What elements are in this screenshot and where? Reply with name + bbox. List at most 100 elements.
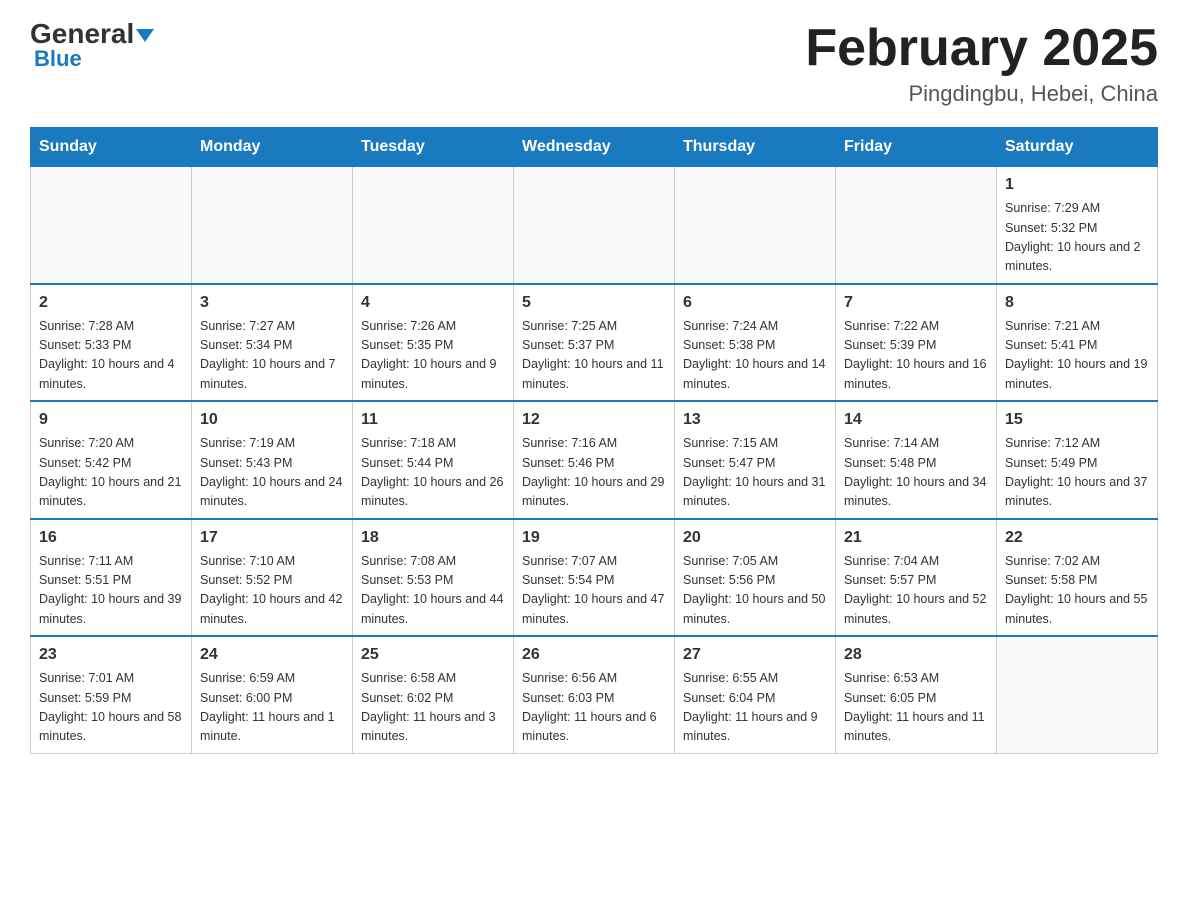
day-info: Sunrise: 7:29 AMSunset: 5:32 PMDaylight:… xyxy=(1005,199,1149,277)
day-info: Sunrise: 7:16 AMSunset: 5:46 PMDaylight:… xyxy=(522,434,666,512)
day-info: Sunrise: 7:04 AMSunset: 5:57 PMDaylight:… xyxy=(844,552,988,630)
week-row-3: 9Sunrise: 7:20 AMSunset: 5:42 PMDaylight… xyxy=(31,401,1158,519)
day-number: 18 xyxy=(361,526,505,550)
calendar-cell: 4Sunrise: 7:26 AMSunset: 5:35 PMDaylight… xyxy=(353,284,514,402)
calendar-cell: 2Sunrise: 7:28 AMSunset: 5:33 PMDaylight… xyxy=(31,284,192,402)
calendar-cell: 5Sunrise: 7:25 AMSunset: 5:37 PMDaylight… xyxy=(514,284,675,402)
logo: General Blue xyxy=(30,20,154,72)
calendar-cell: 17Sunrise: 7:10 AMSunset: 5:52 PMDayligh… xyxy=(192,519,353,637)
day-info: Sunrise: 7:10 AMSunset: 5:52 PMDaylight:… xyxy=(200,552,344,630)
calendar-cell: 15Sunrise: 7:12 AMSunset: 5:49 PMDayligh… xyxy=(997,401,1158,519)
day-number: 16 xyxy=(39,526,183,550)
calendar-cell: 13Sunrise: 7:15 AMSunset: 5:47 PMDayligh… xyxy=(675,401,836,519)
day-info: Sunrise: 7:24 AMSunset: 5:38 PMDaylight:… xyxy=(683,317,827,395)
day-number: 3 xyxy=(200,291,344,315)
logo-general: General xyxy=(30,20,154,48)
calendar-cell: 7Sunrise: 7:22 AMSunset: 5:39 PMDaylight… xyxy=(836,284,997,402)
calendar-cell: 20Sunrise: 7:05 AMSunset: 5:56 PMDayligh… xyxy=(675,519,836,637)
week-row-4: 16Sunrise: 7:11 AMSunset: 5:51 PMDayligh… xyxy=(31,519,1158,637)
day-info: Sunrise: 7:14 AMSunset: 5:48 PMDaylight:… xyxy=(844,434,988,512)
calendar-cell: 16Sunrise: 7:11 AMSunset: 5:51 PMDayligh… xyxy=(31,519,192,637)
day-info: Sunrise: 7:02 AMSunset: 5:58 PMDaylight:… xyxy=(1005,552,1149,630)
calendar-cell: 12Sunrise: 7:16 AMSunset: 5:46 PMDayligh… xyxy=(514,401,675,519)
day-number: 27 xyxy=(683,643,827,667)
day-info: Sunrise: 7:07 AMSunset: 5:54 PMDaylight:… xyxy=(522,552,666,630)
day-number: 23 xyxy=(39,643,183,667)
col-friday: Friday xyxy=(836,128,997,167)
day-info: Sunrise: 7:26 AMSunset: 5:35 PMDaylight:… xyxy=(361,317,505,395)
calendar-table: Sunday Monday Tuesday Wednesday Thursday… xyxy=(30,127,1158,754)
day-number: 22 xyxy=(1005,526,1149,550)
day-number: 7 xyxy=(844,291,988,315)
day-info: Sunrise: 7:20 AMSunset: 5:42 PMDaylight:… xyxy=(39,434,183,512)
calendar-cell: 14Sunrise: 7:14 AMSunset: 5:48 PMDayligh… xyxy=(836,401,997,519)
logo-arrow-icon xyxy=(136,29,154,42)
day-info: Sunrise: 7:25 AMSunset: 5:37 PMDaylight:… xyxy=(522,317,666,395)
day-number: 13 xyxy=(683,408,827,432)
day-info: Sunrise: 7:05 AMSunset: 5:56 PMDaylight:… xyxy=(683,552,827,630)
col-sunday: Sunday xyxy=(31,128,192,167)
month-year-title: February 2025 xyxy=(805,20,1158,77)
logo-blue: Blue xyxy=(34,46,82,72)
col-monday: Monday xyxy=(192,128,353,167)
day-number: 15 xyxy=(1005,408,1149,432)
calendar-cell: 21Sunrise: 7:04 AMSunset: 5:57 PMDayligh… xyxy=(836,519,997,637)
calendar-cell xyxy=(353,167,514,284)
day-info: Sunrise: 7:15 AMSunset: 5:47 PMDaylight:… xyxy=(683,434,827,512)
day-info: Sunrise: 7:27 AMSunset: 5:34 PMDaylight:… xyxy=(200,317,344,395)
day-info: Sunrise: 7:08 AMSunset: 5:53 PMDaylight:… xyxy=(361,552,505,630)
calendar-cell xyxy=(836,167,997,284)
day-number: 17 xyxy=(200,526,344,550)
day-number: 8 xyxy=(1005,291,1149,315)
day-info: Sunrise: 7:11 AMSunset: 5:51 PMDaylight:… xyxy=(39,552,183,630)
day-number: 4 xyxy=(361,291,505,315)
day-number: 25 xyxy=(361,643,505,667)
calendar-cell xyxy=(31,167,192,284)
calendar-cell: 18Sunrise: 7:08 AMSunset: 5:53 PMDayligh… xyxy=(353,519,514,637)
calendar-cell: 23Sunrise: 7:01 AMSunset: 5:59 PMDayligh… xyxy=(31,636,192,753)
col-saturday: Saturday xyxy=(997,128,1158,167)
day-number: 11 xyxy=(361,408,505,432)
day-info: Sunrise: 6:58 AMSunset: 6:02 PMDaylight:… xyxy=(361,669,505,747)
day-info: Sunrise: 6:59 AMSunset: 6:00 PMDaylight:… xyxy=(200,669,344,747)
day-number: 9 xyxy=(39,408,183,432)
calendar-cell: 28Sunrise: 6:53 AMSunset: 6:05 PMDayligh… xyxy=(836,636,997,753)
calendar-cell: 19Sunrise: 7:07 AMSunset: 5:54 PMDayligh… xyxy=(514,519,675,637)
calendar-cell: 27Sunrise: 6:55 AMSunset: 6:04 PMDayligh… xyxy=(675,636,836,753)
calendar-cell: 6Sunrise: 7:24 AMSunset: 5:38 PMDaylight… xyxy=(675,284,836,402)
calendar-cell: 11Sunrise: 7:18 AMSunset: 5:44 PMDayligh… xyxy=(353,401,514,519)
day-number: 19 xyxy=(522,526,666,550)
calendar-cell: 3Sunrise: 7:27 AMSunset: 5:34 PMDaylight… xyxy=(192,284,353,402)
day-number: 1 xyxy=(1005,173,1149,197)
day-number: 12 xyxy=(522,408,666,432)
calendar-cell: 25Sunrise: 6:58 AMSunset: 6:02 PMDayligh… xyxy=(353,636,514,753)
day-number: 24 xyxy=(200,643,344,667)
day-number: 20 xyxy=(683,526,827,550)
day-info: Sunrise: 7:01 AMSunset: 5:59 PMDaylight:… xyxy=(39,669,183,747)
calendar-cell: 24Sunrise: 6:59 AMSunset: 6:00 PMDayligh… xyxy=(192,636,353,753)
location-subtitle: Pingdingbu, Hebei, China xyxy=(805,81,1158,107)
week-row-2: 2Sunrise: 7:28 AMSunset: 5:33 PMDaylight… xyxy=(31,284,1158,402)
week-row-5: 23Sunrise: 7:01 AMSunset: 5:59 PMDayligh… xyxy=(31,636,1158,753)
title-section: February 2025 Pingdingbu, Hebei, China xyxy=(805,20,1158,107)
calendar-cell: 1Sunrise: 7:29 AMSunset: 5:32 PMDaylight… xyxy=(997,167,1158,284)
calendar-cell: 10Sunrise: 7:19 AMSunset: 5:43 PMDayligh… xyxy=(192,401,353,519)
page-header: General Blue February 2025 Pingdingbu, H… xyxy=(30,20,1158,107)
calendar-header-row: Sunday Monday Tuesday Wednesday Thursday… xyxy=(31,128,1158,167)
day-number: 2 xyxy=(39,291,183,315)
day-number: 21 xyxy=(844,526,988,550)
day-number: 28 xyxy=(844,643,988,667)
day-number: 14 xyxy=(844,408,988,432)
day-info: Sunrise: 6:53 AMSunset: 6:05 PMDaylight:… xyxy=(844,669,988,747)
day-info: Sunrise: 6:56 AMSunset: 6:03 PMDaylight:… xyxy=(522,669,666,747)
calendar-cell xyxy=(997,636,1158,753)
calendar-cell xyxy=(675,167,836,284)
day-info: Sunrise: 6:55 AMSunset: 6:04 PMDaylight:… xyxy=(683,669,827,747)
day-number: 10 xyxy=(200,408,344,432)
day-info: Sunrise: 7:12 AMSunset: 5:49 PMDaylight:… xyxy=(1005,434,1149,512)
day-info: Sunrise: 7:28 AMSunset: 5:33 PMDaylight:… xyxy=(39,317,183,395)
day-info: Sunrise: 7:21 AMSunset: 5:41 PMDaylight:… xyxy=(1005,317,1149,395)
col-thursday: Thursday xyxy=(675,128,836,167)
day-info: Sunrise: 7:18 AMSunset: 5:44 PMDaylight:… xyxy=(361,434,505,512)
day-number: 26 xyxy=(522,643,666,667)
